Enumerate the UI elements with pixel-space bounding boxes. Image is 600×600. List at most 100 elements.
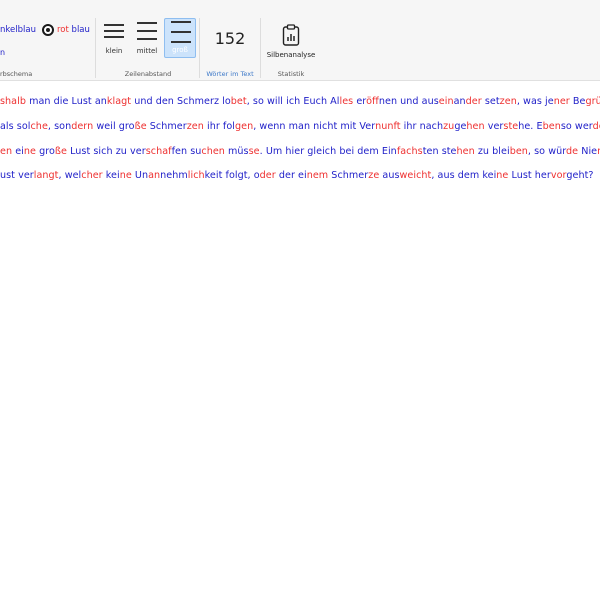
syllable-segment: . Um hier gleich bei dem Ein (259, 146, 397, 157)
clipboard-chart-icon (282, 24, 300, 46)
group-divider (260, 18, 261, 78)
syllable-segment: ben (542, 121, 561, 132)
spacing-medium-icon (137, 21, 157, 41)
syllable-segment: Lust her (508, 170, 551, 181)
syllable-segment: les (339, 96, 354, 107)
syllable-segment: chen (201, 146, 225, 157)
syllable-segment: öff (366, 96, 379, 107)
syllable-segment: Nie (578, 146, 598, 157)
spacing-small-icon (104, 21, 124, 41)
syllable-segment: , son (47, 121, 72, 132)
syllable-segment: lich (187, 170, 205, 181)
syllable-segment: ne (496, 170, 509, 181)
syllable-segment: schaf (145, 146, 172, 157)
syllable-segment: , so wür (527, 146, 567, 157)
syllable-segment: ihr nach (400, 121, 444, 132)
syllable-segment: ner (553, 96, 570, 107)
syllable-segment: langt (33, 170, 59, 181)
syllable-segment: der (259, 170, 276, 181)
syllable-segment: kei (102, 170, 120, 181)
spacing-large-icon (171, 21, 191, 43)
syllable-segment: nem (306, 170, 329, 181)
syllable-segment: nehm (160, 170, 188, 181)
syllable-segment: dern (71, 121, 94, 132)
spacing-large-button[interactable]: groß (164, 18, 196, 58)
syllable-analysis-button[interactable]: Silbenanalyse (262, 18, 320, 66)
syllable-segment: ge (454, 121, 467, 132)
syllable-segment: fen su (171, 146, 202, 157)
statistics-group: Silbenanalyse Statistik (262, 14, 320, 80)
syllable-segment: weicht (399, 170, 432, 181)
spacing-medium-button[interactable]: mittel (131, 18, 163, 58)
syllable-segment: der (465, 96, 482, 107)
syllable-segment: klagt (106, 96, 132, 107)
syllable-analysis-label: Silbenanalyse (266, 51, 316, 59)
text-line: en eine große Lust sich zu verschaffen s… (0, 146, 600, 157)
syllable-segment: nunft (375, 121, 401, 132)
syllable-segment: , wel (58, 170, 82, 181)
syllable-segment: se (248, 146, 260, 157)
syllable-segment: aus (379, 170, 400, 181)
syllable-segment: nen und aus (378, 96, 439, 107)
line-spacing-group-label: Zeilenabstand (124, 70, 172, 78)
syllable-segment: er (353, 96, 367, 107)
text-line: ust verlangt, welcher keine Unannehmlich… (0, 170, 594, 181)
syllable-segment: shalb (0, 96, 26, 107)
syllable-segment: vor (550, 170, 567, 181)
syllable-segment: de (592, 121, 600, 132)
syllable-segment: Un (131, 170, 149, 181)
ribbon-toolbar: nkelblau rot blau n rbschema klein mitte… (0, 14, 600, 81)
color-scheme-group-label: rbschema (0, 70, 33, 78)
syllable-segment: , aus dem kei (431, 170, 497, 181)
syllable-segment: ei (12, 146, 24, 157)
syllable-segment: keit folgt, o (204, 170, 260, 181)
title-strip (0, 0, 600, 14)
syllable-segment: , so will ich Euch Al (246, 96, 340, 107)
syllable-segment: Be (569, 96, 586, 107)
syllable-segment: set (481, 96, 500, 107)
syllable-segment: Schmer (146, 121, 187, 132)
spacing-small-label: klein (105, 47, 123, 55)
syllable-segment: ver (484, 121, 504, 132)
syllable-segment: che (30, 121, 48, 132)
syllable-segment: gen (234, 121, 254, 132)
document-text-area[interactable]: shalb man die Lust anklagt und den Schme… (0, 80, 600, 600)
color-option-dunkelblau-label[interactable]: nkelblau (0, 23, 36, 37)
spacing-small-button[interactable]: klein (98, 18, 130, 58)
syllable-segment: ben (509, 146, 528, 157)
syllable-segment: ne (119, 170, 132, 181)
syllable-segment: und den Schmerz lo (131, 96, 231, 107)
syllable-segment: cher (81, 170, 103, 181)
syllable-segment: an (148, 170, 161, 181)
syllable-segment: geht? (566, 170, 594, 181)
text-line: als solche, sondern weil große Schmerzen… (0, 121, 600, 132)
spacing-medium-label: mittel (136, 47, 158, 55)
syllable-segment: ße (54, 146, 67, 157)
text-line: shalb man die Lust anklagt und den Schme… (0, 96, 600, 107)
syllable-segment: ße (134, 121, 147, 132)
radio-selected-icon[interactable] (42, 24, 54, 36)
syllable-segment: ste (503, 121, 519, 132)
color-scheme-group: nkelblau rot blau n rbschema (0, 14, 92, 80)
syllable-segment: ein (438, 96, 454, 107)
word-count-group: 152 Wörter im Text (200, 14, 260, 80)
color-option-rot-blau-label[interactable]: rot blau (57, 23, 90, 37)
syllable-segment: weil gro (93, 121, 135, 132)
syllable-segment: als sol (0, 121, 31, 132)
syllable-segment: müs (224, 146, 249, 157)
syllable-segment: Schmer (328, 170, 369, 181)
syllable-segment: hen (466, 121, 485, 132)
spacing-large-label: groß (172, 46, 188, 54)
syllable-segment: gro (35, 146, 55, 157)
syllable-segment: , was je (516, 96, 554, 107)
statistics-group-label: Statistik (277, 70, 305, 78)
syllable-segment: ihr fol (203, 121, 235, 132)
syllable-segment: der ei (275, 170, 307, 181)
syllable-segment: hen (456, 146, 475, 157)
syllable-segment: Lust sich zu ver (66, 146, 146, 157)
syllable-segment: zen (499, 96, 517, 107)
group-divider (95, 18, 96, 78)
syllable-segment: , wenn man nicht mit Ver (253, 121, 376, 132)
color-scheme-extra-option[interactable]: n (0, 48, 5, 57)
syllable-segment: grün (585, 96, 600, 107)
